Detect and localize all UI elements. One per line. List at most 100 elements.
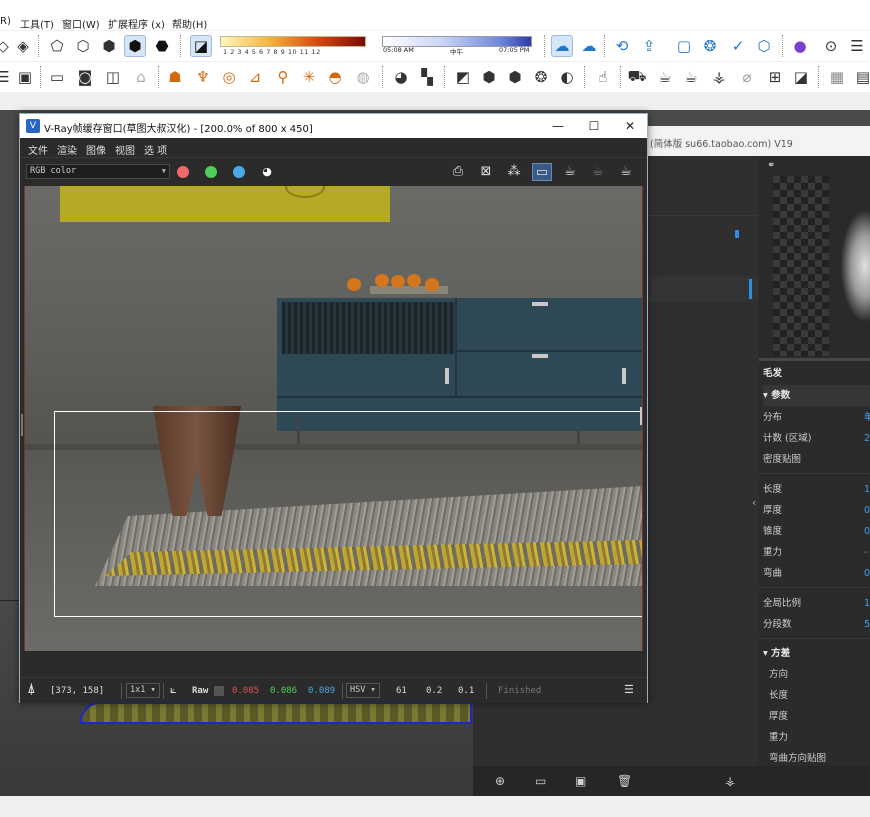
import-frame-icon[interactable]: ◫ [102, 66, 124, 88]
stop-render-icon[interactable]: ☕ [588, 163, 608, 181]
pixel-picker-icon[interactable]: ⟀ [170, 683, 177, 697]
close-button[interactable]: ✕ [619, 117, 641, 135]
box-icon[interactable]: ◪ [790, 66, 812, 88]
orbit-icon[interactable]: ⊙ [820, 35, 842, 57]
table-icon[interactable]: ▦ [826, 66, 848, 88]
prop-distribution[interactable]: 分布单 [763, 407, 870, 428]
shadows-toggle-icon[interactable]: ◪ [190, 35, 212, 57]
vfb-menu-view[interactable]: 视图 [115, 142, 135, 157]
region-render-icon[interactable]: ▭ [532, 163, 552, 181]
render-interactive-icon[interactable]: ☕ [560, 163, 580, 181]
cube-alt-icon[interactable]: ⬢ [504, 66, 526, 88]
dome-light-icon[interactable]: ◓ [324, 66, 346, 88]
grid-panel-icon[interactable]: ⊞ [764, 66, 786, 88]
color-space-select[interactable]: HSV ▾ [346, 683, 380, 698]
teapot-alt-icon[interactable]: ☕ [680, 66, 702, 88]
lock-icon[interactable]: ⌂ [130, 66, 152, 88]
ies-light-icon[interactable]: ♆ [192, 66, 214, 88]
channel-select[interactable]: RGB color ▼ [26, 164, 170, 179]
alpha-channel-toggle[interactable]: ◕ [261, 166, 273, 178]
light-gen-icon[interactable]: ☗ [164, 66, 186, 88]
menu-item-window[interactable]: 窗口(W) [62, 16, 100, 31]
shaded-icon[interactable]: ⬢ [98, 35, 120, 57]
maximize-button[interactable]: ☐ [583, 117, 605, 135]
open-folder-icon[interactable]: ▭ [535, 774, 546, 788]
check-badge-icon[interactable]: ✓ [727, 35, 749, 57]
collapse-arrow-icon[interactable]: ‹ [752, 496, 756, 509]
viewport-rug-model[interactable] [80, 702, 472, 724]
variance-length[interactable]: 长度 [763, 685, 870, 706]
cube-icon[interactable]: ⬢ [478, 66, 500, 88]
xray-icon[interactable]: ◈ [12, 35, 34, 57]
add-asset-icon[interactable]: ⊕ [495, 774, 505, 788]
hidden-line-icon[interactable]: ⬡ [72, 35, 94, 57]
export-frame-icon[interactable]: ◙ [74, 66, 96, 88]
menu-item-tools[interactable]: 工具(T) [20, 16, 54, 31]
variance-gravity[interactable]: 重力 [763, 727, 870, 748]
omni-light-icon[interactable]: ⚲ [272, 66, 294, 88]
vfb-menu-options[interactable]: 选 项 [144, 142, 167, 157]
wireframe-icon[interactable]: ⬠ [46, 35, 68, 57]
prop-taper[interactable]: 锥度 0 [763, 521, 870, 542]
sphere-light-icon[interactable]: ◎ [218, 66, 240, 88]
prop-density-map[interactable]: 密度贴图 [763, 449, 870, 470]
spot-light-icon[interactable]: ⊿ [244, 66, 266, 88]
network-icon[interactable]: ❂ [699, 35, 721, 57]
prop-count-area[interactable]: 计数 (区域) 2 [763, 428, 870, 449]
track-mouse-icon[interactable]: ⁂ [504, 163, 524, 181]
group-variance[interactable]: ▾ 方差 [763, 643, 870, 664]
menu-item-partial[interactable]: R) [0, 16, 11, 27]
prop-thickness[interactable]: 厚度 0 [763, 500, 870, 521]
green-channel-toggle[interactable] [205, 166, 217, 178]
shaded-textures-icon[interactable]: ⬢ [124, 35, 146, 57]
vfb-menu-image[interactable]: 图像 [86, 142, 106, 157]
save-image-icon[interactable]: ⎙ [448, 163, 468, 181]
vfb-menu-file[interactable]: 文件 [28, 142, 48, 157]
menu-item-extensions[interactable]: 扩展程序 (x) [108, 16, 165, 31]
sphere-icon[interactable]: ❂ [530, 66, 552, 88]
asset-list-selected-item[interactable] [648, 276, 758, 302]
mesh-light-icon[interactable]: ◍ [352, 66, 374, 88]
search-plugin-icon[interactable]: ● [789, 35, 811, 57]
frame-icon[interactable]: ▤ [852, 66, 870, 88]
variance-thickness[interactable]: 厚度 [763, 706, 870, 727]
variance-direction[interactable]: 方向 [763, 664, 870, 685]
zoom-select[interactable]: 1x1 ▾ [126, 683, 160, 698]
scatter-icon[interactable]: ⌀ [736, 66, 758, 88]
image-frame-icon[interactable]: ▣ [14, 66, 36, 88]
window-frame-icon[interactable]: ▭ [46, 66, 68, 88]
clear-image-icon[interactable]: ⊠ [476, 163, 496, 181]
proxy-icon[interactable]: ◕ [390, 66, 412, 88]
vfb-menu-render[interactable]: 渲染 [57, 142, 77, 157]
prop-segments[interactable]: 分段数 5 [763, 614, 870, 635]
car-icon[interactable]: ⛟ [626, 66, 648, 88]
list-icon[interactable]: ☰ [846, 35, 868, 57]
prop-bend[interactable]: 弯曲 0 [763, 563, 870, 584]
shadow-month-slider[interactable] [220, 36, 366, 47]
monochrome-icon[interactable]: ⬣ [151, 35, 173, 57]
menu-item-help[interactable]: 帮助(H) [172, 16, 207, 31]
red-channel-toggle[interactable] [177, 166, 189, 178]
sun-light-icon[interactable]: ✳ [298, 66, 320, 88]
log-icon[interactable]: ☰ [624, 683, 634, 696]
prop-gravity[interactable]: 重力 - [763, 542, 870, 563]
render-icon[interactable]: ☕ [616, 163, 636, 181]
left-resize-grip[interactable] [21, 414, 23, 436]
pick-icon[interactable]: ☝ [592, 66, 614, 88]
asset-flag-icon[interactable] [735, 230, 739, 238]
sync-cloud-icon[interactable]: ⟲ [611, 35, 633, 57]
shield-icon[interactable]: ⬡ [753, 35, 775, 57]
prop-length[interactable]: 长度 1 [763, 479, 870, 500]
render-region-box[interactable] [54, 411, 642, 617]
delete-icon[interactable]: 🗑 [617, 774, 632, 788]
teapot-icon[interactable]: ☕ [654, 66, 676, 88]
group-params[interactable]: ▾ 参数 [763, 385, 870, 406]
upload-cloud-icon[interactable]: ⇪ [638, 35, 660, 57]
proxy-export-icon[interactable]: ▚ [416, 66, 438, 88]
cloud-settings-icon[interactable]: ☁ [578, 35, 600, 57]
fur-icon[interactable]: ⚶ [708, 66, 730, 88]
preview-settings-icon[interactable]: ⚭ [767, 160, 775, 171]
blue-channel-toggle[interactable] [233, 166, 245, 178]
minimize-button[interactable]: — [547, 117, 569, 135]
align-icon[interactable]: ☰ [0, 66, 14, 88]
